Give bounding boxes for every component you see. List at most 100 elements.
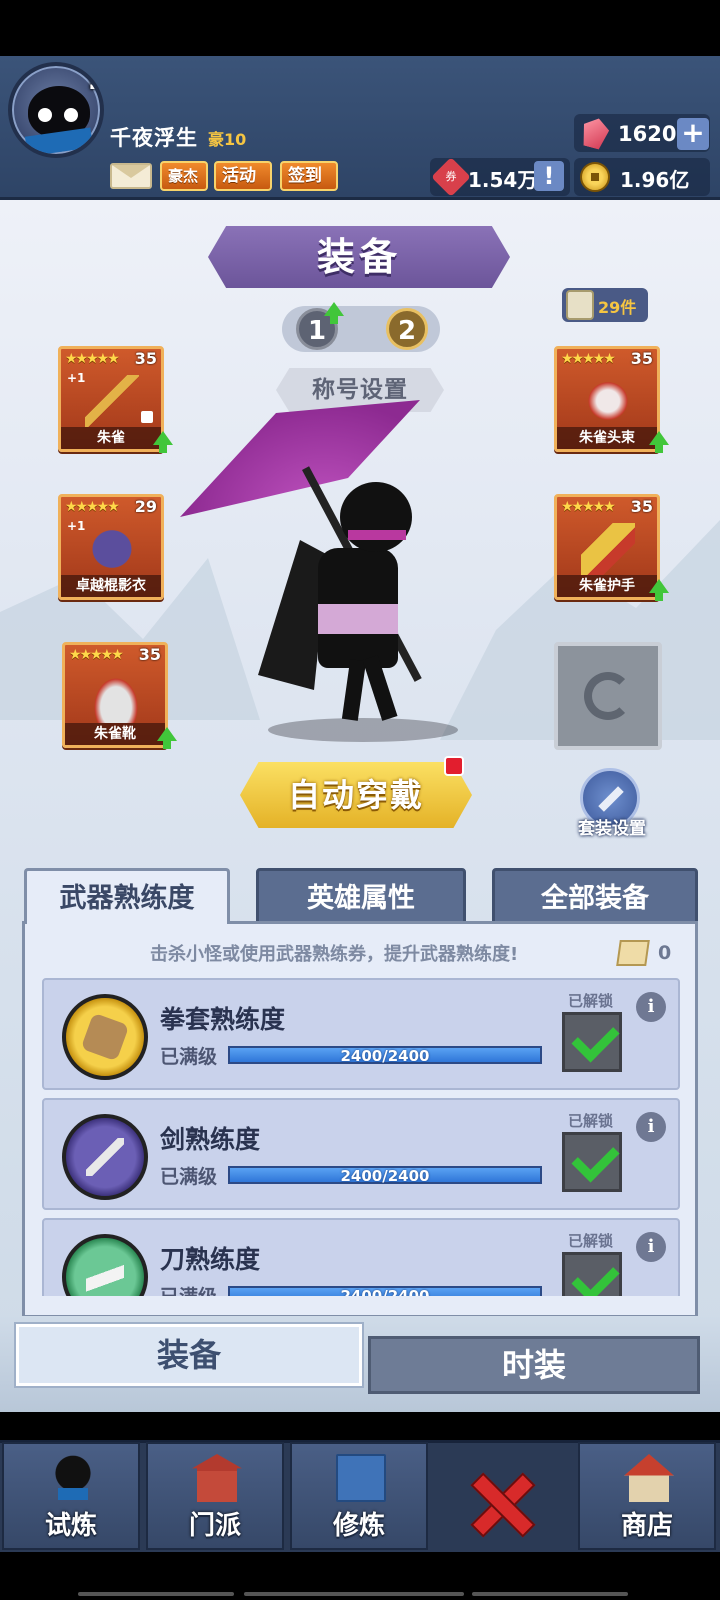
gauntlet-icon: [62, 994, 148, 1080]
avatar-eye-left: [38, 108, 52, 122]
mastery-row-blade[interactable]: 刀熟练度 已满级 2400/2400 已解锁 i: [42, 1218, 680, 1296]
helmet-item-icon: [581, 375, 635, 427]
nav-trial[interactable]: 试炼: [2, 1442, 140, 1550]
mastery-row-sword[interactable]: 剑熟练度 已满级 2400/2400 已解锁 i: [42, 1098, 680, 1210]
unlocked-check-icon: [562, 1012, 622, 1072]
coupon-info-button[interactable]: !: [534, 161, 564, 191]
tab-all-equipment[interactable]: 全部装备: [492, 868, 698, 924]
unlock-status: 已解锁: [568, 992, 614, 1010]
item-name: 朱雀靴: [65, 723, 165, 745]
slot-armor[interactable]: ★★★★★ 29 +1 卓越棍影衣: [58, 494, 164, 600]
upgrade-arrow-icon: [649, 431, 669, 453]
page-title: 装备: [316, 235, 401, 279]
enhance-level: +1: [67, 519, 86, 533]
gem-value: 1620: [618, 122, 677, 146]
avatar-eye-right: [64, 108, 78, 122]
mail-icon[interactable]: [110, 163, 152, 189]
weapon-item-icon: [85, 375, 139, 427]
loadout-2-button[interactable]: 2: [386, 308, 428, 350]
equip-tab-label: 装备: [156, 1336, 221, 1374]
progress-text: 2400/2400: [340, 1167, 430, 1185]
progress-text: 2400/2400: [340, 1047, 430, 1065]
activity-button[interactable]: 活动: [214, 161, 272, 191]
nav-label: 修炼: [332, 1511, 385, 1541]
ring-icon: [584, 672, 632, 720]
mastery-status: 已满级: [160, 1282, 217, 1296]
nav-shop[interactable]: 商店: [578, 1442, 716, 1550]
coupon-value: 1.54万: [468, 168, 538, 192]
upgrade-arrow-icon: [649, 579, 669, 601]
tab-weapon-mastery[interactable]: 武器熟练度: [24, 868, 230, 924]
nav-label: 门派: [188, 1511, 241, 1541]
star-rating: ★★★★★: [65, 499, 120, 515]
nav-cultivate[interactable]: 修炼: [290, 1442, 428, 1550]
help-icon[interactable]: ?: [86, 66, 100, 96]
character-shadow: [268, 718, 458, 742]
unlocked-check-icon: [562, 1132, 622, 1192]
info-icon[interactable]: i: [636, 1112, 666, 1142]
sword-icon: [62, 1114, 148, 1200]
slot-boots[interactable]: ★★★★★ 35 朱雀靴: [62, 642, 177, 749]
coupon-icon-text: 券: [445, 170, 457, 183]
slot-weapon[interactable]: ★★★★★ 35 +1 朱雀: [58, 346, 173, 453]
upgrade-arrow-icon: [157, 727, 177, 749]
gloves-item-icon: [581, 523, 635, 575]
voucher-icon[interactable]: [616, 940, 650, 966]
player-name: 千夜浮生: [110, 126, 198, 150]
star-rating: ★★★★★: [69, 647, 124, 663]
item-name: 朱雀头束: [557, 427, 657, 449]
mastery-status: 已满级: [160, 1046, 218, 1068]
info-icon[interactable]: i: [636, 992, 666, 1022]
character-belt: [318, 604, 398, 634]
book-icon: [336, 1454, 386, 1502]
armor-item-icon: [85, 523, 139, 575]
star-rating: ★★★★★: [65, 351, 120, 367]
ninja-icon: [48, 1454, 98, 1502]
shop-icon: [624, 1454, 674, 1502]
progress-text: 2400/2400: [340, 1287, 430, 1296]
system-nav-handle[interactable]: [244, 1592, 464, 1596]
tab-hero-attributes[interactable]: 英雄属性: [256, 868, 466, 924]
mastery-progress-bar: 2400/2400: [228, 1166, 542, 1185]
blade-icon: [62, 1234, 148, 1296]
star-rating: ★★★★★: [561, 499, 616, 515]
notification-dot: [444, 756, 464, 776]
item-level: 35: [138, 645, 161, 664]
coin-value: 1.96亿: [620, 168, 690, 192]
item-count: 29件: [598, 298, 637, 317]
mastery-progress-bar: 2400/2400: [228, 1046, 542, 1065]
system-nav-handle[interactable]: [78, 1592, 234, 1596]
signin-button[interactable]: 签到: [280, 161, 338, 191]
nav-sect[interactable]: 门派: [146, 1442, 284, 1550]
unlock-status: 已解锁: [568, 1112, 614, 1130]
mastery-name: 拳套熟练度: [160, 1005, 286, 1034]
close-icon[interactable]: [470, 1472, 530, 1532]
item-name: 卓越棍影衣: [61, 575, 161, 597]
heroes-button[interactable]: 豪杰: [160, 161, 208, 191]
info-icon[interactable]: i: [636, 1232, 666, 1262]
mastery-name: 刀熟练度: [160, 1245, 261, 1274]
mastery-list[interactable]: 拳套熟练度 已满级 2400/2400 已解锁 i 剑熟练度 已满级 2400/…: [38, 978, 684, 1296]
auto-equip-label: 自动穿戴: [287, 776, 424, 814]
lock-icon: [141, 411, 153, 423]
enhance-level: +1: [67, 371, 86, 385]
voucher-count: 0: [658, 942, 672, 964]
mastery-row-gauntlet[interactable]: 拳套熟练度 已满级 2400/2400 已解锁 i: [42, 978, 680, 1090]
unlocked-check-icon: [562, 1252, 622, 1296]
scroll-icon: [566, 290, 594, 320]
slot-helmet[interactable]: ★★★★★ 35 朱雀头束: [554, 346, 669, 453]
title-setting-label: 称号设置: [312, 377, 408, 403]
system-nav-handle[interactable]: [472, 1592, 628, 1596]
unlock-status: 已解锁: [568, 1232, 614, 1250]
fashion-tab-label: 时装: [501, 1346, 566, 1384]
player-avatar[interactable]: ?: [8, 62, 104, 158]
slot-gloves[interactable]: ★★★★★ 35 朱雀护手: [554, 494, 669, 601]
mastery-status: 已满级: [160, 1166, 218, 1188]
item-name: 朱雀: [61, 427, 161, 449]
item-level: 29: [134, 497, 157, 516]
vip-level: 豪10: [208, 130, 247, 149]
nav-label: 试炼: [44, 1511, 97, 1541]
mastery-hint: 击杀小怪或使用武器熟练券，提升武器熟练度!: [150, 944, 519, 965]
add-gems-button[interactable]: +: [677, 118, 709, 150]
character-head: [340, 482, 412, 552]
